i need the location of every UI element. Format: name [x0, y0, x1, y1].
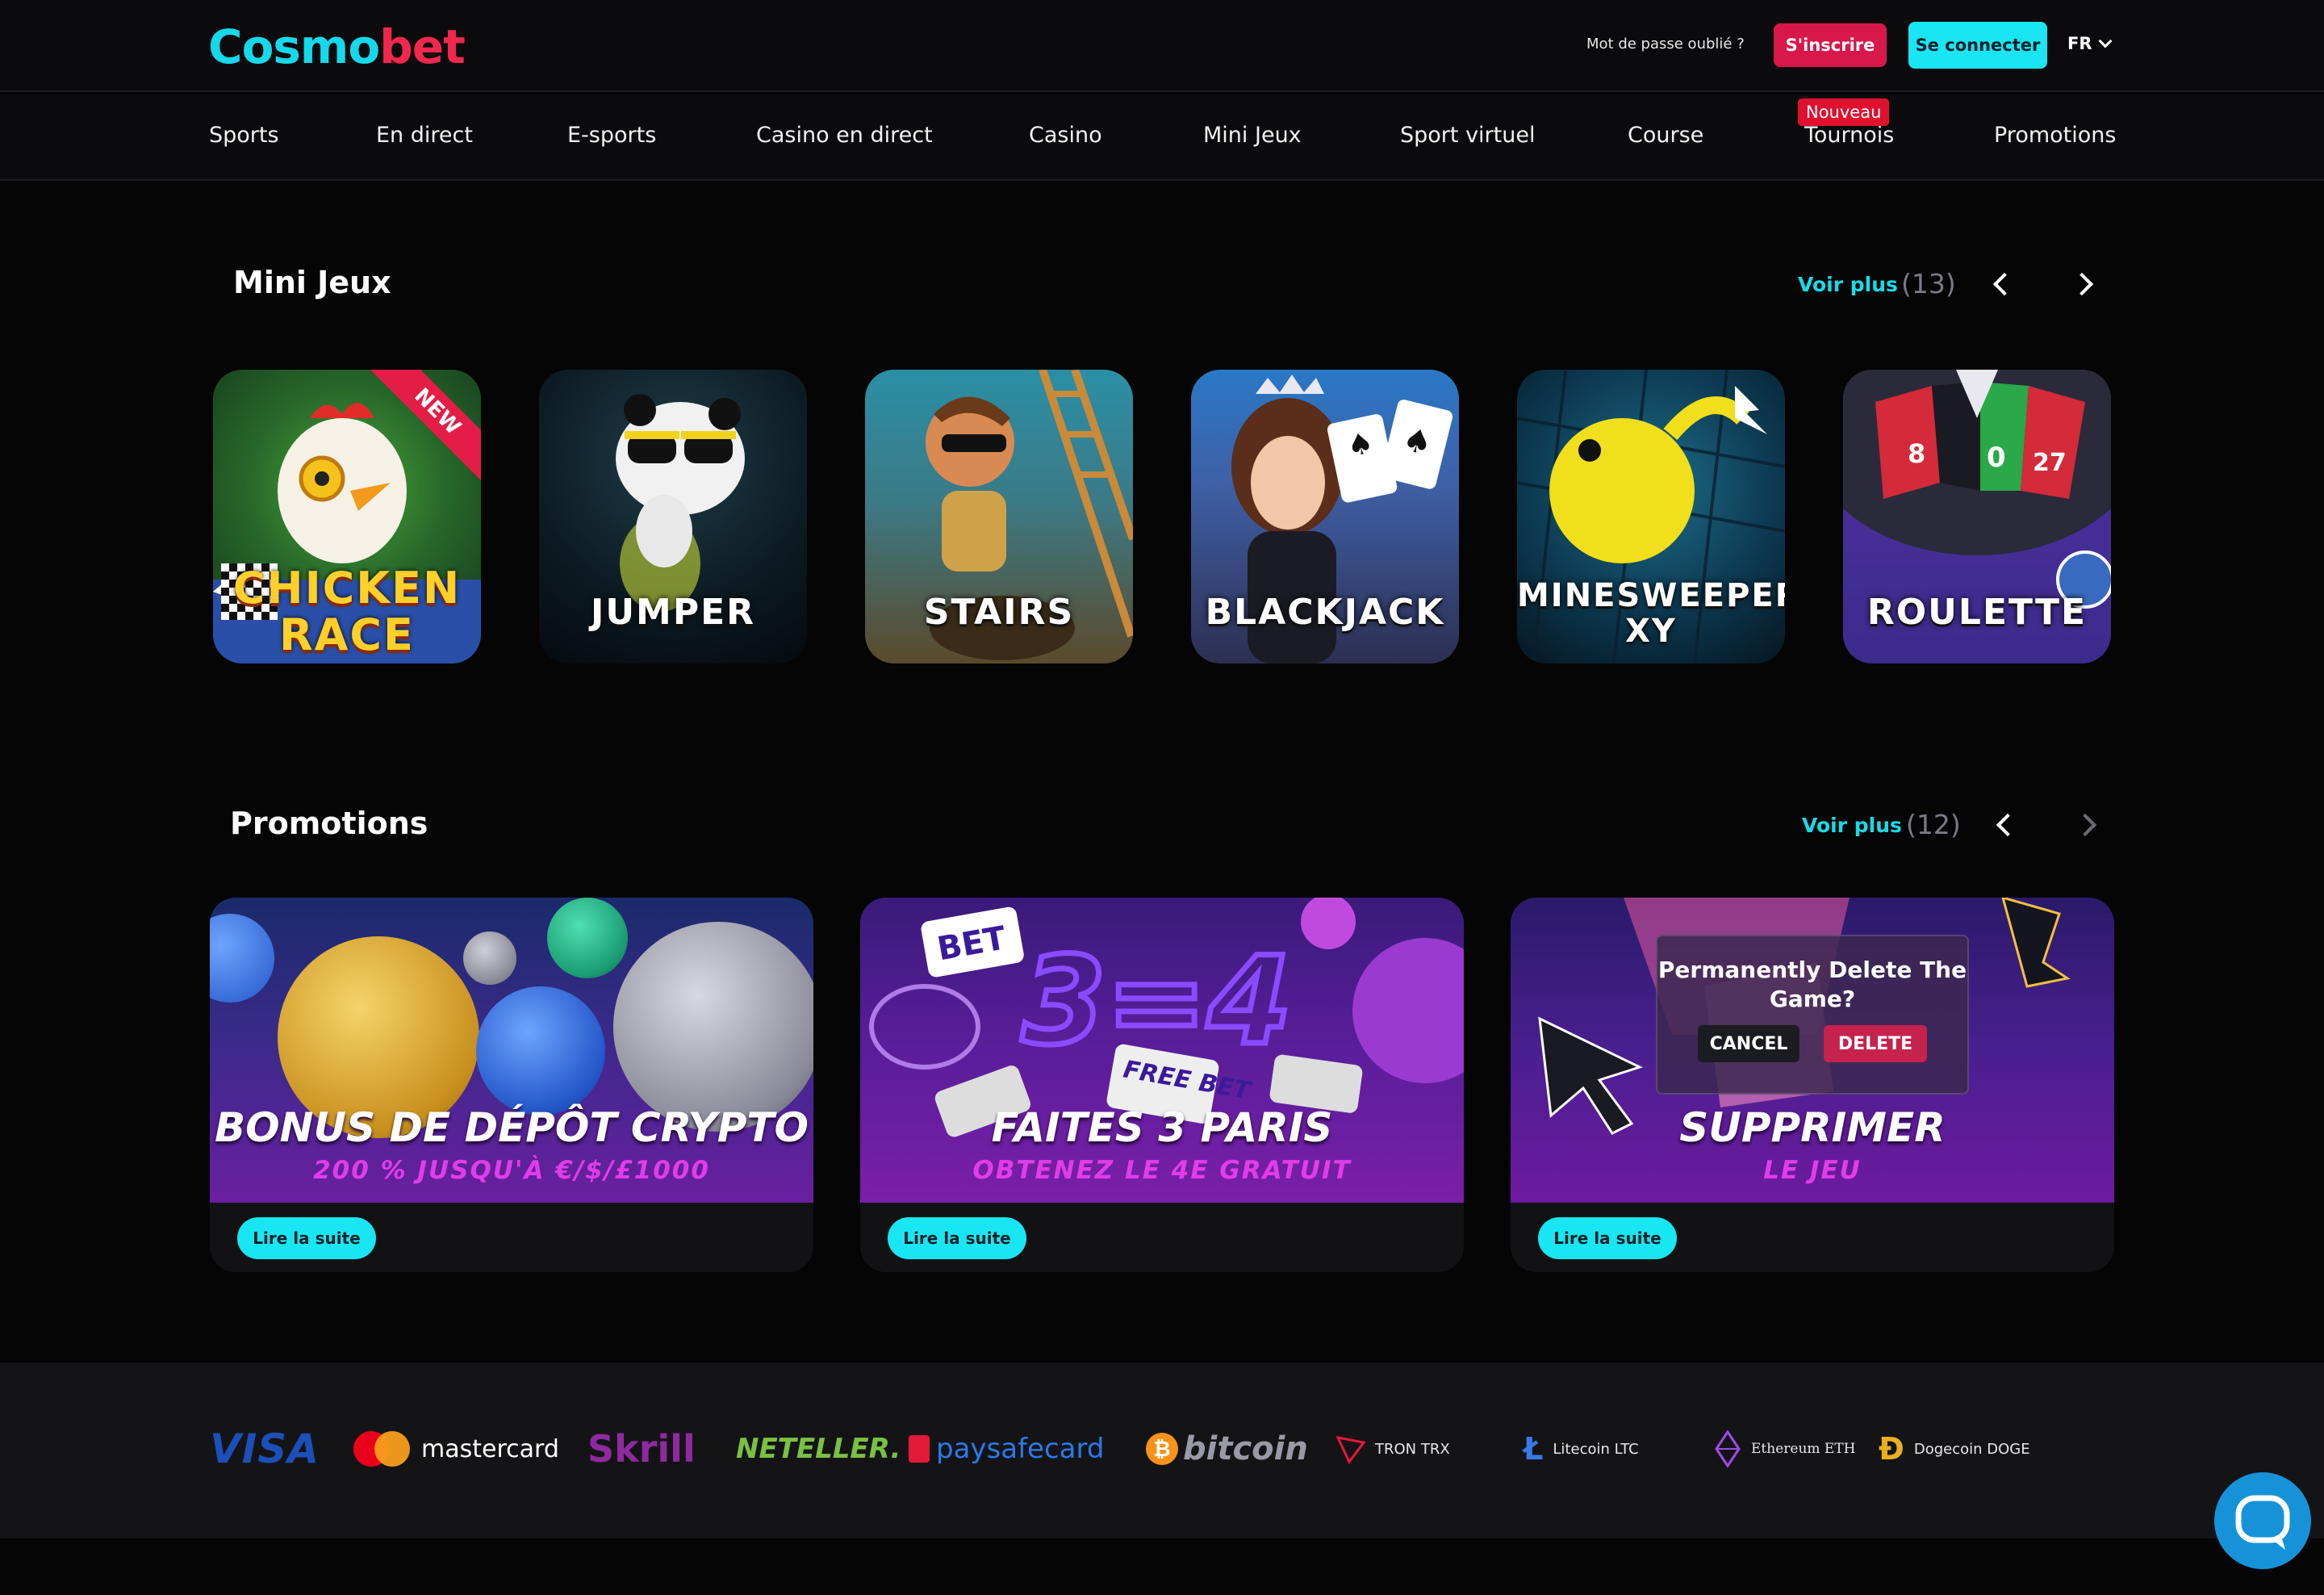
padlock-icon	[909, 1435, 930, 1463]
game-title: ROULETTE	[1866, 592, 2088, 633]
top-bar: Cosmobet Mot de passe oublié ? S'inscrir…	[0, 0, 2324, 92]
promo-title: FAITES 3 PARIS	[991, 1104, 1333, 1151]
neteller-text: NETELLER.	[736, 1433, 901, 1465]
nav-item-esports[interactable]: E-sports	[567, 123, 656, 148]
mini-games-prev-arrow-icon[interactable]	[1992, 272, 2017, 296]
game-title: CHICKEN RACE	[232, 563, 462, 660]
logo-text-bet: bet	[379, 19, 466, 74]
nav-item-casino[interactable]: Casino	[1029, 123, 1102, 148]
ethereum-logo: Ethereum ETH	[1714, 1429, 1855, 1469]
promo-title: BONUS DE DÉPÔT CRYPTO	[215, 1104, 809, 1151]
tron-text: TRON TRX	[1375, 1440, 1450, 1458]
game-title: JUMPER	[590, 592, 756, 633]
ethereum-icon	[1715, 1430, 1741, 1467]
game-card-chicken-race[interactable]: NEW CHICKEN RACE	[213, 370, 481, 664]
mini-games-see-more-link[interactable]: Voir plus	[1798, 273, 1898, 296]
skrill-logo: Skrill	[587, 1427, 696, 1471]
litecoin-coin-icon	[476, 986, 605, 1116]
visa-logo: VISA	[210, 1425, 320, 1472]
nav-item-sports[interactable]: Sports	[209, 123, 279, 148]
language-label: FR	[2067, 34, 2092, 53]
promotions-next-arrow-icon[interactable]	[2073, 813, 2097, 837]
roulette-number: 8	[1908, 438, 1925, 469]
game-title: MINESWEEPER XY	[1517, 577, 1785, 650]
nav-item-live-casino[interactable]: Casino en direct	[756, 123, 933, 148]
dialog-cancel-label: CANCEL	[1698, 1025, 1799, 1062]
promotions-prev-arrow-icon[interactable]	[1996, 813, 2020, 837]
delete-dialog-mock: Permanently Delete The Game? CANCEL DELE…	[1656, 935, 1969, 1095]
litecoin-logo: Ł Litecoin LTC	[1524, 1429, 1639, 1469]
bitcoin-text: bitcoin	[1183, 1430, 1308, 1467]
read-more-button[interactable]: Lire la suite	[1538, 1217, 1677, 1259]
litecoin-small-coin-icon	[210, 914, 274, 1003]
chat-bubble-icon	[2235, 1495, 2290, 1550]
mastercard-text: mastercard	[421, 1434, 559, 1463]
roulette-number: 0	[1987, 442, 2006, 474]
game-title: BLACKJACK	[1205, 592, 1445, 633]
tether-coin-icon	[547, 898, 628, 978]
promo-subtitle: LE JEU	[1763, 1156, 1862, 1185]
bitcoin-logo: ₿ bitcoin	[1146, 1429, 1308, 1469]
mastercard-orange-circle-icon	[374, 1431, 410, 1467]
dogecoin-logo: Đ Dogecoin DOGE	[1879, 1429, 2030, 1469]
mini-games-title: Mini Jeux	[233, 265, 391, 300]
register-button[interactable]: S'inscrire	[1774, 23, 1887, 67]
read-more-button[interactable]: Lire la suite	[237, 1217, 376, 1259]
neteller-logo: NETELLER.	[736, 1429, 901, 1469]
dialog-delete-label: DELETE	[1824, 1025, 1927, 1062]
live-chat-button[interactable]	[2214, 1472, 2311, 1569]
game-card-jumper[interactable]: JUMPER	[539, 370, 807, 664]
nav-item-promotions[interactable]: Promotions	[1994, 123, 2116, 148]
forgot-password-link[interactable]: Mot de passe oublié ?	[1586, 36, 1745, 52]
litecoin-icon: Ł	[1524, 1431, 1544, 1467]
read-more-button[interactable]: Lire la suite	[888, 1217, 1026, 1259]
ethereum-text: Ethereum ETH	[1751, 1441, 1856, 1457]
nav-item-live[interactable]: En direct	[376, 123, 473, 148]
chevron-down-icon	[2098, 34, 2113, 48]
game-title: STAIRS	[923, 592, 1075, 633]
mini-games-count: (13)	[1901, 268, 1956, 299]
paysafecard-logo: paysafecard	[909, 1429, 1104, 1469]
promo-subtitle: OBTENEZ LE 4E GRATUIT	[972, 1156, 1352, 1185]
dogecoin-text: Dogecoin DOGE	[1913, 1440, 2030, 1458]
promotions-title: Promotions	[230, 806, 428, 841]
paysafecard-text: paysafecard	[936, 1433, 1105, 1465]
promotions-see-more-link[interactable]: Voir plus	[1802, 814, 1902, 837]
tron-logo: TRON TRX	[1335, 1429, 1450, 1469]
dialog-title: Permanently Delete The Game?	[1657, 957, 1967, 1012]
main-navigation: Sports En direct E-sports Casino en dire…	[0, 94, 2324, 181]
game-card-stairs[interactable]: STAIRS	[865, 370, 1133, 664]
login-button[interactable]: Se connecter	[1908, 22, 2047, 69]
tron-icon	[1335, 1435, 1366, 1464]
logo-text-cosmo: Cosmo	[208, 19, 380, 74]
promo-title: SUPPRIMER	[1679, 1104, 1946, 1151]
new-badge: Nouveau	[1798, 98, 1890, 126]
skrill-text: Skrill	[587, 1427, 696, 1471]
promo-card-crypto-bonus[interactable]: BONUS DE DÉPÔT CRYPTO 200 % JUSQU'À €/$/…	[210, 898, 813, 1272]
litecoin-text: Litecoin LTC	[1553, 1440, 1639, 1458]
ethereum-small-coin-icon	[463, 931, 516, 985]
cosmobet-logo[interactable]: Cosmobet	[208, 19, 466, 74]
nav-item-mini-games[interactable]: Mini Jeux	[1203, 123, 1302, 148]
promotions-count: (12)	[1906, 809, 1961, 840]
dogecoin-icon: Đ	[1879, 1431, 1904, 1467]
roulette-number: 27	[2033, 449, 2067, 477]
mini-games-next-arrow-icon[interactable]	[2070, 272, 2094, 296]
game-card-blackjack[interactable]: ♠ ♠ BLACKJACK	[1191, 370, 1459, 664]
language-selector[interactable]: FR	[2067, 34, 2113, 53]
promo-card-delete-game[interactable]: Permanently Delete The Game? CANCEL DELE…	[1511, 898, 2114, 1272]
promo-subtitle: 200 % JUSQU'À €/$/£1000	[313, 1156, 710, 1185]
game-card-roulette[interactable]: 8 0 27 ROULETTE	[1843, 370, 2111, 664]
ethereum-coin-icon	[613, 922, 813, 1132]
game-card-minesweeper[interactable]: MINESWEEPER XY	[1517, 370, 1785, 664]
nav-item-virtual-sport[interactable]: Sport virtuel	[1400, 123, 1535, 148]
visa-text: VISA	[210, 1425, 320, 1472]
promo-card-bet-3-get-4th[interactable]: BET 3=4 FREE BET FAITES 3 PARIS OBTENEZ …	[860, 898, 1464, 1272]
mastercard-logo: mastercard	[353, 1429, 559, 1469]
nav-item-race[interactable]: Course	[1628, 123, 1703, 148]
nav-item-tournaments[interactable]: Tournois	[1804, 123, 1894, 148]
bitcoin-icon: ₿	[1146, 1433, 1178, 1465]
